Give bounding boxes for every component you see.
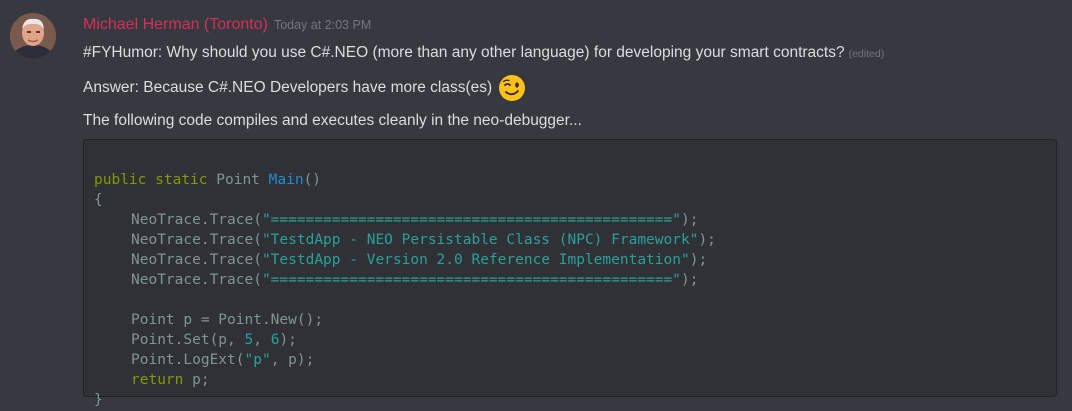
code-line: public static Point Main() [94,172,322,188]
code-line: } [94,392,103,408]
message: Michael Herman (Toronto) Today at 2:03 P… [83,16,1060,408]
message-line-1: #FYHumor: Why should you use C#.NEO (mor… [83,43,1060,64]
message-text: #FYHumor: Why should you use C#.NEO (mor… [83,44,845,61]
code-line: Point.LogExt("p", p); [131,352,315,368]
code-line: NeoTrace.Trace("TestdApp - NEO Persistab… [131,232,716,248]
timestamp: Today at 2:03 PM [273,18,372,32]
code-block[interactable]: public static Point Main() { NeoTrace.Trac… [83,139,1057,408]
message-line-3: The following code compiles and executes… [83,112,582,129]
winking-face-emoji-icon[interactable] [498,74,526,102]
code-line: Point p = Point.New(); [131,312,324,328]
avatar[interactable] [10,13,56,59]
code-line: NeoTrace.Trace("TestdApp - Version 2.0 R… [131,252,708,268]
message-text: Answer: Because C#.NEO Developers have m… [83,79,493,96]
edited-label: (edited) [848,48,885,60]
code-line: { [94,192,103,208]
code-line: Point.Set(p, 5, 6); [131,332,297,348]
code-line: NeoTrace.Trace("========================… [131,212,699,228]
message-line-2: Answer: Because C#.NEO Developers have m… [83,74,1060,102]
code-line: NeoTrace.Trace("========================… [131,272,699,288]
message-header: Michael Herman (Toronto) Today at 2:03 P… [83,16,1060,40]
author-name[interactable]: Michael Herman (Toronto) [83,16,268,34]
code-line: return p; [131,372,210,388]
